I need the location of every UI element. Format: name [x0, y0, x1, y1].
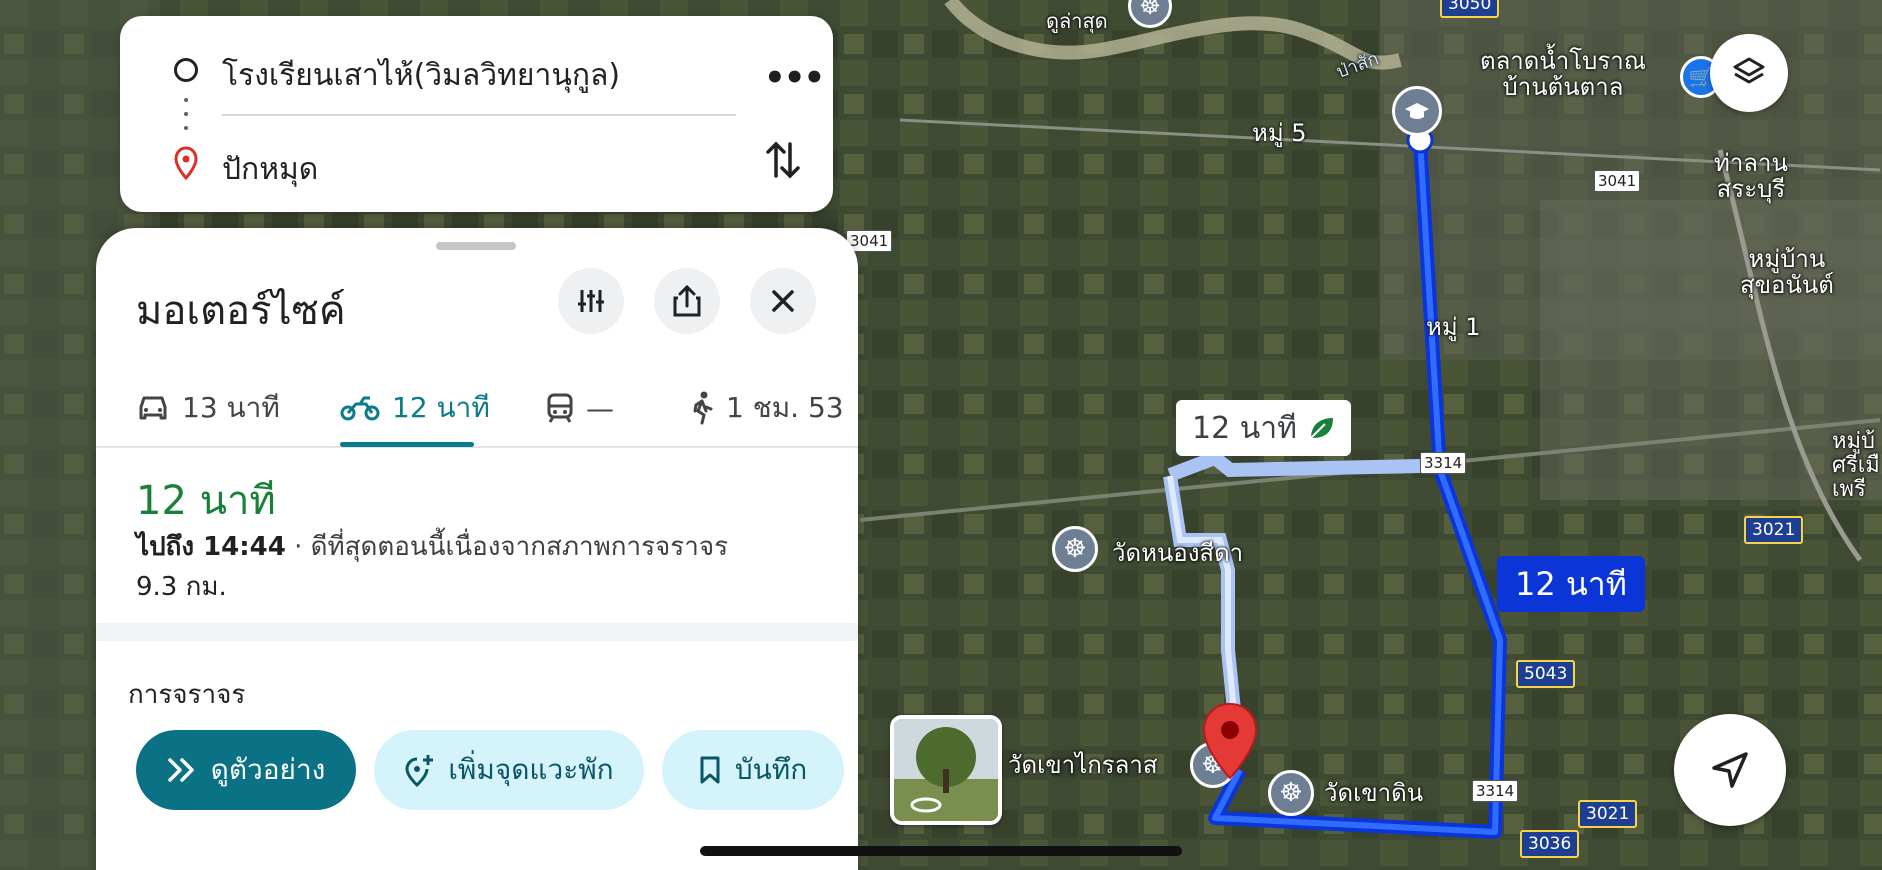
add-stop-label: เพิ่มจุดแวะพัก	[448, 753, 614, 786]
tab-transit-label: —	[586, 391, 614, 425]
map-label-market[interactable]: ตลาดน้ำโบราณ บ้านต้นตาล	[1480, 48, 1646, 101]
alt-route-time: 12 นาที	[1192, 410, 1297, 446]
route-options-button[interactable]	[558, 268, 624, 334]
tab-walk-label: 1 ชม. 53	[726, 391, 844, 424]
sheet-grabber[interactable]	[436, 242, 516, 250]
tab-walk[interactable]: 1 ชม. 53	[690, 368, 844, 448]
my-location-button[interactable]	[1674, 714, 1786, 826]
road-sign: 3041	[1594, 170, 1641, 192]
tab-car[interactable]: 13 นาที	[136, 368, 280, 448]
swap-directions-icon[interactable]	[766, 138, 800, 182]
traffic-heading: การจราจร	[128, 680, 246, 710]
map-label-moo1: หมู่ 1	[1426, 313, 1481, 341]
navigation-arrow-icon	[1712, 752, 1748, 788]
double-chevron-icon	[167, 758, 194, 782]
temple-icon[interactable]: ☸	[1052, 526, 1098, 572]
more-options-icon[interactable]: •••	[764, 58, 825, 98]
sliders-icon	[578, 290, 604, 312]
layers-icon	[1733, 57, 1765, 84]
route-duration: 12 นาที	[136, 478, 276, 524]
route-distance: 9.3 กม.	[136, 572, 227, 602]
destination-pin-icon[interactable]	[1202, 702, 1258, 780]
temple-icon[interactable]: ☸	[1268, 770, 1314, 816]
add-stop-button[interactable]: เพิ่มจุดแวะพัก	[374, 730, 644, 810]
car-icon	[139, 396, 167, 420]
highway-sign: 3050	[1440, 0, 1500, 18]
alt-route-callout[interactable]: 12 นาที	[1176, 400, 1351, 456]
save-label: บันทึก	[734, 753, 808, 786]
directions-sheet: มอเตอร์ไซค์ 13 นาที 12 นาที — 1 ชม. 53 1…	[96, 228, 858, 870]
motorcycle-icon	[340, 396, 380, 421]
field-divider	[222, 114, 736, 116]
map-label-seeall: ดูล่าสุด	[1046, 9, 1108, 33]
map-label-wat-khaokailas[interactable]: วัดเขาไกรลาส	[1008, 752, 1157, 779]
share-button[interactable]	[654, 268, 720, 334]
share-icon	[673, 284, 701, 317]
destination-field[interactable]: ปักหมุด	[222, 146, 318, 193]
close-button[interactable]	[750, 268, 816, 334]
save-button[interactable]: บันทึก	[662, 730, 844, 810]
map-label-edge: หมู่บ้ ศรีเมื เพรี	[1832, 429, 1880, 503]
map-label-wat-khaodin[interactable]: วัดเขาดิน	[1324, 780, 1423, 807]
page-title: มอเตอร์ไซค์	[136, 288, 346, 334]
school-icon[interactable]	[1392, 86, 1442, 136]
active-tab-indicator	[340, 442, 474, 447]
road-sign: 3314	[1420, 452, 1467, 474]
eco-leaf-icon	[1310, 418, 1333, 439]
transit-icon	[547, 393, 573, 423]
tab-motorcycle-label: 12 นาที	[392, 391, 490, 424]
arrival-info: ไปถึง 14:44 · ดีที่สุดตอนนี้เนื่องจากสภา…	[136, 526, 728, 567]
highway-sign: 3021	[1744, 516, 1804, 544]
highway-sign: 3021	[1578, 800, 1638, 828]
preview-button[interactable]: ดูตัวอย่าง	[136, 730, 356, 810]
close-icon	[772, 290, 794, 312]
main-route-callout[interactable]: 12 นาที	[1497, 556, 1645, 612]
tab-transit[interactable]: —	[546, 368, 614, 448]
map-label-wat-nongsida[interactable]: วัดหนองสีดา	[1112, 540, 1243, 567]
map-label-thalan: ท่าลาน สระบุรี	[1714, 149, 1788, 204]
destination-marker-icon	[174, 146, 198, 180]
arrival-time: ไปถึง 14:44	[136, 532, 286, 562]
map-label-moo5: หมู่ 5	[1252, 119, 1307, 147]
section-divider	[96, 623, 858, 641]
add-location-icon	[405, 755, 434, 787]
directions-search-card: โรงเรียนเสาไห้(วิมลวิทยานุกูล) ปักหมุด •…	[120, 16, 833, 212]
preview-label: ดูตัวอย่าง	[210, 753, 326, 786]
origin-field[interactable]: โรงเรียนเสาไห้(วิมลวิทยานุกูล)	[222, 52, 620, 99]
road-sign: 3314	[1472, 780, 1519, 802]
travel-mode-tabs: 13 นาที 12 นาที — 1 ชม. 53	[96, 368, 858, 448]
map-label-sukhonan: หมู่บ้าน สุขอนันต์	[1740, 245, 1834, 300]
street-view-thumbnail[interactable]	[890, 715, 1002, 825]
bookmark-icon	[700, 756, 720, 784]
origin-circle-icon	[174, 58, 198, 82]
layers-button[interactable]	[1710, 34, 1788, 112]
arrival-note: · ดีที่สุดตอนนี้เนื่องจากสภาพการจราจร	[285, 532, 729, 562]
tab-motorcycle[interactable]: 12 นาที	[340, 368, 490, 448]
highway-sign: 5043	[1516, 660, 1576, 688]
home-indicator[interactable]	[700, 846, 1182, 856]
highway-sign: 3036	[1520, 830, 1580, 858]
walk-icon	[693, 391, 713, 425]
route-dots-icon	[184, 98, 188, 144]
tab-car-label: 13 นาที	[182, 391, 280, 424]
